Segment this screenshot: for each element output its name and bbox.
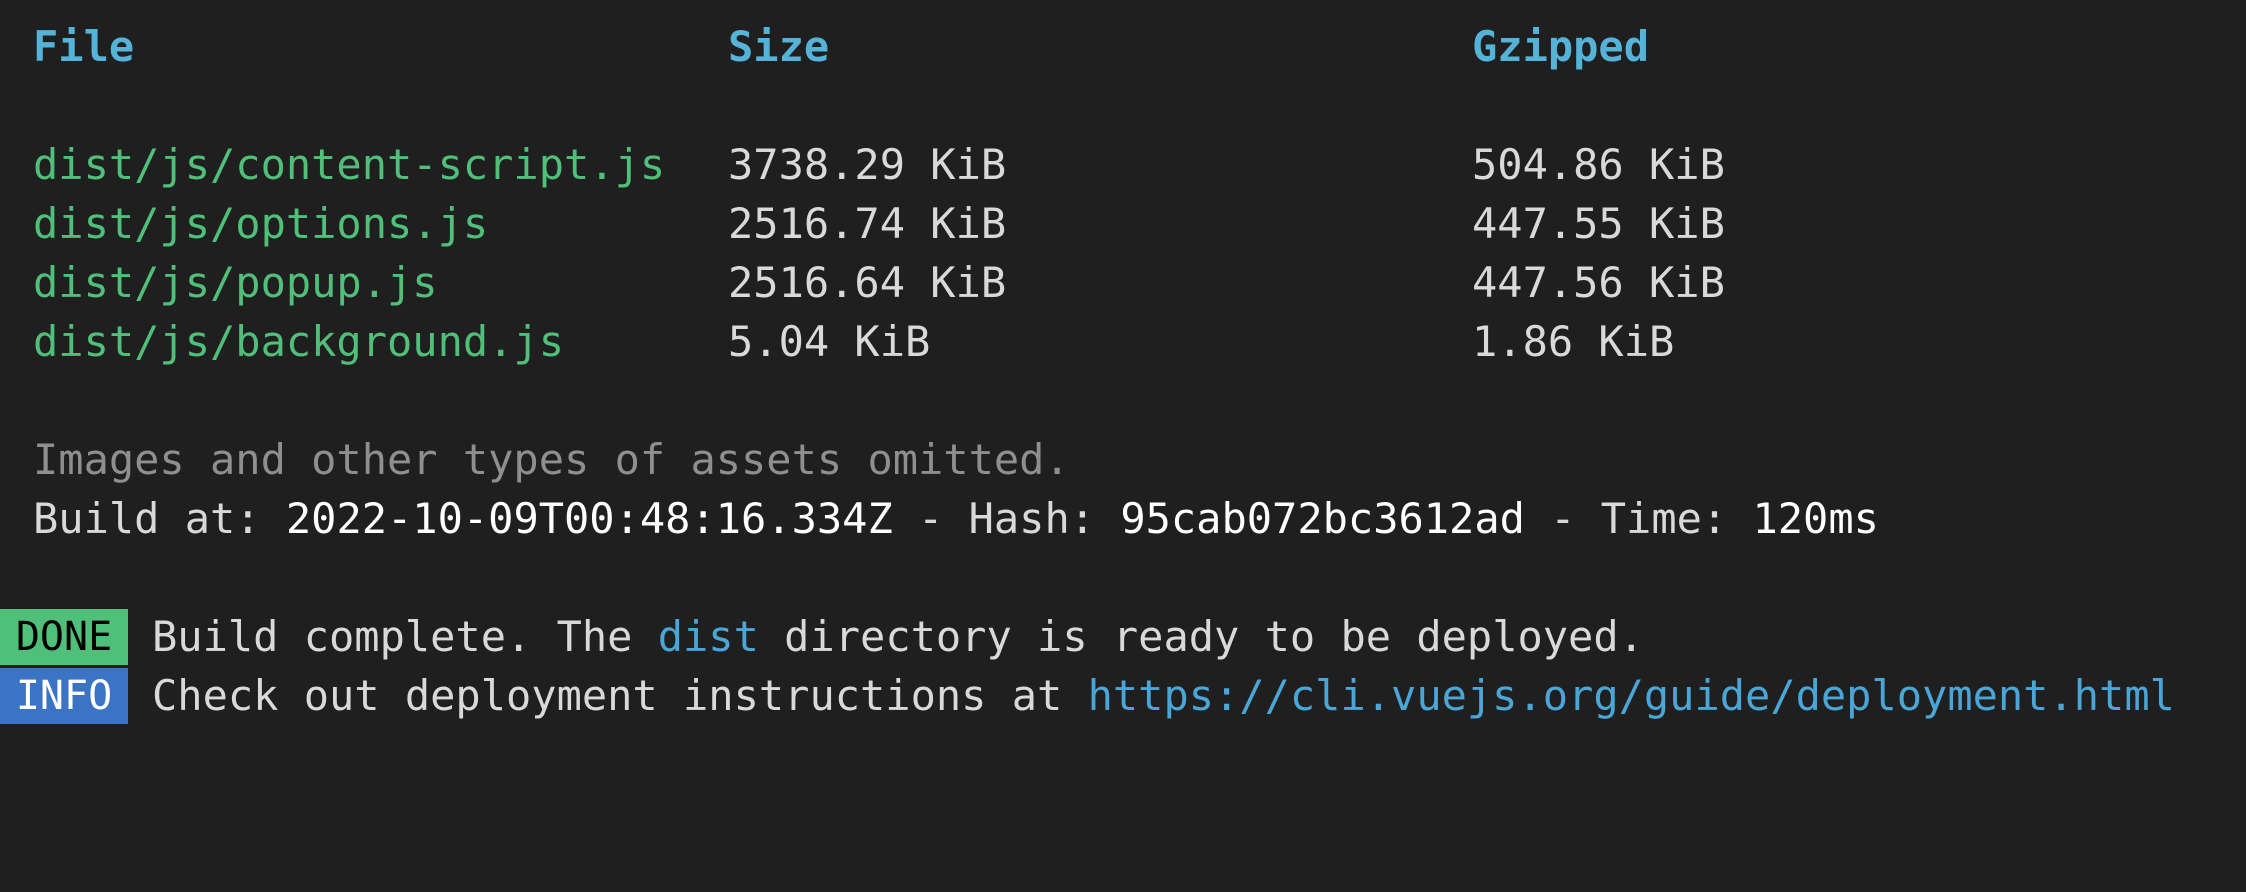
info-text: Check out deployment instructions at — [152, 671, 1088, 720]
deployment-guide-link[interactable]: https://cli.vuejs.org/guide/deployment.h… — [1088, 671, 2175, 720]
table-header-row: File Size Gzipped — [0, 19, 1649, 75]
info-message: Check out deployment instructions at htt… — [152, 668, 2175, 724]
file-gzipped-size: 1.86 KiB — [1472, 317, 1675, 366]
info-badge: INFO — [0, 668, 128, 724]
info-line: INFO Check out deployment instructions a… — [0, 668, 2246, 724]
assets-omitted-note: Images and other types of assets omitted… — [0, 432, 1070, 488]
build-hash: 95cab072bc3612ad — [1120, 494, 1525, 543]
file-size: 2516.64 KiB — [728, 258, 1007, 307]
file-gzipped-size: 504.86 KiB — [1472, 140, 1725, 189]
dist-directory-name: dist — [657, 612, 759, 661]
table-row: dist/js/content-script.js 3738.29 KiB 50… — [0, 137, 1725, 193]
file-name: dist/js/content-script.js — [33, 140, 666, 189]
file-size: 2516.74 KiB — [728, 199, 1007, 248]
file-size: 5.04 KiB — [728, 317, 931, 366]
header-file: File — [33, 22, 135, 71]
done-badge: DONE — [0, 609, 128, 665]
done-message: Build complete. The dist directory is re… — [152, 609, 1644, 665]
file-gzipped-size: 447.55 KiB — [1472, 199, 1725, 248]
header-gzipped: Gzipped — [1472, 22, 1650, 71]
table-row: dist/js/background.js 5.04 KiB 1.86 KiB — [0, 314, 1674, 370]
hash-label: - Hash: — [892, 494, 1121, 543]
table-row: dist/js/popup.js 2516.64 KiB 447.56 KiB — [0, 255, 1725, 311]
file-name: dist/js/popup.js — [33, 258, 438, 307]
terminal-output: File Size Gzipped dist/js/content-script… — [0, 0, 2246, 780]
done-text-after: directory is ready to be deployed. — [758, 612, 1644, 661]
file-name: dist/js/options.js — [33, 199, 489, 248]
file-size: 3738.29 KiB — [728, 140, 1007, 189]
omitted-note-text: Images and other types of assets omitted… — [33, 435, 1070, 484]
time-label: - Time: — [1524, 494, 1753, 543]
file-gzipped-size: 447.56 KiB — [1472, 258, 1725, 307]
header-size: Size — [728, 22, 830, 71]
build-timestamp: 2022-10-09T00:48:16.334Z — [285, 494, 893, 543]
build-time: 120ms — [1752, 494, 1879, 543]
table-row: dist/js/options.js 2516.74 KiB 447.55 Ki… — [0, 196, 1725, 252]
done-text-before: Build complete. The — [152, 612, 658, 661]
build-info-text: Build at: 2022-10-09T00:48:16.334Z - Has… — [33, 491, 1879, 547]
done-line: DONE Build complete. The dist directory … — [0, 609, 2246, 665]
build-prefix: Build at: — [33, 494, 286, 543]
build-info-line: Build at: 2022-10-09T00:48:16.334Z - Has… — [0, 491, 1879, 547]
file-name: dist/js/background.js — [33, 317, 565, 366]
